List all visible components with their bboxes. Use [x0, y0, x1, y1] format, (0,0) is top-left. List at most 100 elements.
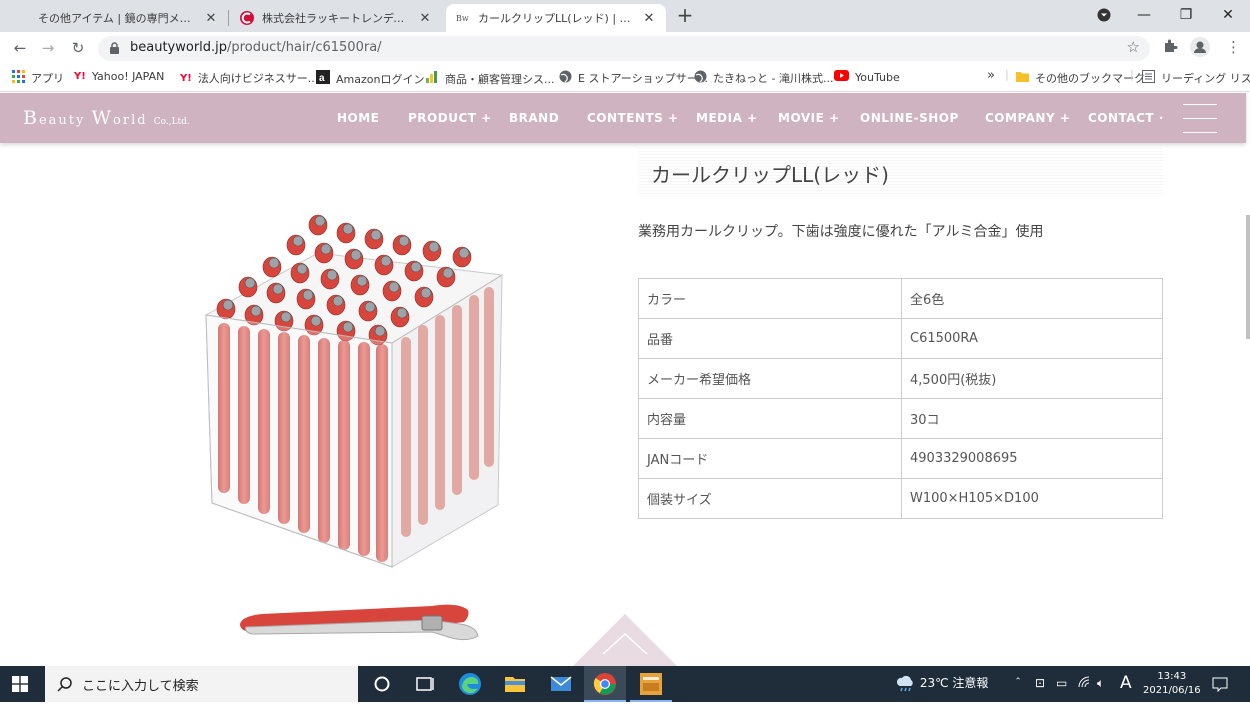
- minimize-button[interactable]: —: [1124, 0, 1164, 30]
- mail-icon[interactable]: [549, 672, 573, 696]
- volume-icon[interactable]: 🔈︎: [1097, 676, 1104, 691]
- spec-label: メーカー希望価格: [638, 358, 902, 399]
- page-scrollbar[interactable]: [1246, 215, 1250, 339]
- bookmark-other-folder[interactable]: その他のブックマーク: [1016, 70, 1145, 86]
- browser-menu-icon[interactable]: ⋮: [1226, 38, 1241, 56]
- battery-icon[interactable]: ▭: [1056, 676, 1067, 690]
- bookmark-star-icon[interactable]: ☆: [1127, 38, 1140, 56]
- hamburger-menu-icon[interactable]: [1183, 103, 1217, 133]
- folder-icon: [1016, 70, 1029, 86]
- wifi-icon[interactable]: [1078, 676, 1092, 691]
- extensions-puzzle-icon[interactable]: [1163, 38, 1178, 57]
- app-taskbar-button[interactable]: [630, 666, 672, 702]
- close-window-button[interactable]: ✕: [1208, 0, 1248, 30]
- nav-contact[interactable]: CONTACT ·: [1088, 111, 1164, 125]
- table-row: メーカー希望価格 4,500円(税抜): [638, 358, 1163, 399]
- restore-button[interactable]: ❐: [1166, 0, 1206, 30]
- windows-taskbar: ここに入力して検索 23℃ 注意報 ＾ ⊡ ▭ 🔈︎ A 13:43 2021/…: [0, 666, 1250, 702]
- tab-other-items[interactable]: その他アイテム | 鏡の専門メーカー 有 ✕: [28, 4, 228, 32]
- apps-grid-icon: [12, 70, 25, 86]
- address-bar[interactable]: beautyworld.jp/product/hair/c61500ra/ ☆: [98, 36, 1150, 61]
- youtube-icon: [834, 70, 849, 84]
- tab-title: その他アイテム | 鏡の専門メーカー 有: [38, 12, 198, 25]
- nav-product[interactable]: PRODUCT +: [408, 111, 492, 125]
- tab-strip: その他アイテム | 鏡の専門メーカー 有 ✕ 株式会社ラッキートレンディ コスメ…: [0, 0, 1250, 32]
- bookmark-label: E ストアーショップサー...: [578, 72, 709, 85]
- chrome-taskbar-button[interactable]: [584, 666, 626, 702]
- reload-button[interactable]: ↻: [66, 37, 90, 59]
- bookmark-amazon[interactable]: a Amazonログイン: [316, 70, 424, 87]
- nav-company[interactable]: COMPANY +: [985, 111, 1070, 125]
- nav-brand[interactable]: BRAND: [509, 111, 559, 125]
- close-icon[interactable]: ✕: [204, 11, 218, 26]
- nav-media[interactable]: MEDIA +: [696, 111, 758, 125]
- bookmark-label: YouTube: [855, 70, 900, 84]
- spec-value: W100×H105×D100: [901, 478, 1163, 519]
- lucky-trendy-favicon-icon: [240, 11, 254, 25]
- reading-list-button[interactable]: リーディング リスト: [1142, 70, 1250, 86]
- clock-date: 2021/06/16: [1143, 685, 1201, 696]
- cloud-rain-icon: [896, 675, 913, 691]
- bookmarks-overflow-button[interactable]: »: [987, 68, 995, 83]
- bookmark-label: 商品・顧客管理シス...: [445, 72, 555, 86]
- bookmark-business[interactable]: Y! 法人向けビジネスサー...: [180, 70, 318, 86]
- back-button[interactable]: ←: [8, 37, 32, 59]
- bookmark-label: リーディング リスト: [1161, 72, 1250, 85]
- table-row: 内容量 30コ: [638, 398, 1163, 439]
- spec-label: JANコード: [638, 438, 902, 479]
- forward-button[interactable]: →: [36, 37, 60, 59]
- yahoo-icon: Y!: [180, 72, 192, 84]
- bookmark-youtube[interactable]: YouTube: [834, 70, 900, 84]
- spec-label: 個装サイズ: [638, 478, 902, 519]
- app-icon: [640, 673, 662, 695]
- new-tab-button[interactable]: +: [674, 4, 696, 26]
- bookmark-label: Yahoo! JAPAN: [91, 70, 165, 83]
- edge-icon[interactable]: [458, 672, 482, 696]
- bookmark-apps[interactable]: アプリ: [12, 70, 64, 86]
- account-avatar-icon[interactable]: [1190, 37, 1210, 61]
- close-icon[interactable]: ✕: [418, 11, 432, 26]
- search-icon: [57, 676, 72, 692]
- bookmark-yahoo[interactable]: Y! Yahoo! JAPAN: [74, 70, 164, 83]
- taskbar-search-box[interactable]: ここに入力して検索: [45, 666, 358, 702]
- task-view-icon[interactable]: [413, 672, 437, 696]
- reading-list-icon: [1142, 70, 1155, 86]
- weather-widget[interactable]: 23℃ 注意報: [896, 674, 988, 693]
- nav-movie[interactable]: MOVIE +: [778, 111, 840, 125]
- notification-center-icon[interactable]: [1212, 676, 1228, 695]
- table-row: 個装サイズ W100×H105×D100: [638, 478, 1163, 519]
- product-title-box: カールクリップLL(レッド): [638, 148, 1163, 196]
- back-to-top-button[interactable]: [573, 614, 677, 666]
- url-path: /product/hair/c61500ra/: [227, 40, 382, 55]
- url-host: beautyworld.jp: [130, 40, 228, 55]
- profile-menu-icon[interactable]: [1084, 0, 1124, 30]
- spec-value: 4,500円(税抜): [901, 358, 1163, 399]
- nav-home[interactable]: HOME: [337, 111, 379, 125]
- spec-value: 4903329008695: [901, 438, 1163, 479]
- table-row: 品番 C61500RA: [638, 318, 1163, 359]
- table-row: JANコード 4903329008695: [638, 438, 1163, 479]
- bookmark-label: 法人向けビジネスサー...: [197, 72, 319, 85]
- clock-time: 13:43: [1157, 671, 1187, 682]
- tab-lucky-trendy[interactable]: 株式会社ラッキートレンディ コスメ雑 ✕: [230, 4, 442, 32]
- windows-start-icon[interactable]: [12, 676, 28, 692]
- bookmark-takinet[interactable]: たきねっと - 滝川株式...: [694, 70, 833, 86]
- meet-now-icon[interactable]: ⊡: [1035, 676, 1045, 690]
- nav-online-shop[interactable]: ONLINE-SHOP: [860, 111, 959, 125]
- cortana-icon[interactable]: [370, 672, 394, 696]
- clock[interactable]: 13:43 2021/06/16: [1143, 670, 1201, 698]
- file-explorer-icon[interactable]: [503, 672, 527, 696]
- ime-indicator[interactable]: A: [1120, 673, 1132, 693]
- bookmark-label: Amazonログイン: [336, 72, 425, 86]
- spec-label: 内容量: [638, 398, 902, 439]
- divider: |: [1005, 68, 1009, 81]
- bookmark-label: その他のブックマーク: [1035, 72, 1145, 85]
- close-icon[interactable]: ✕: [642, 11, 656, 26]
- site-logo[interactable]: Beauty World Co.,Ltd.: [23, 107, 190, 129]
- show-hidden-icons-chevron-icon[interactable]: ＾: [1012, 676, 1024, 693]
- tab-curl-clip-active[interactable]: Bw カールクリップLL(レッド) | 株式会社ビ ✕: [446, 4, 666, 32]
- bookmark-product-mgmt[interactable]: 商品・顧客管理シス...: [425, 70, 555, 87]
- bookmark-estore[interactable]: E ストアーショップサー...: [559, 70, 708, 86]
- nav-contents[interactable]: CONTENTS +: [587, 111, 679, 125]
- product-title: カールクリップLL(レッド): [651, 163, 889, 187]
